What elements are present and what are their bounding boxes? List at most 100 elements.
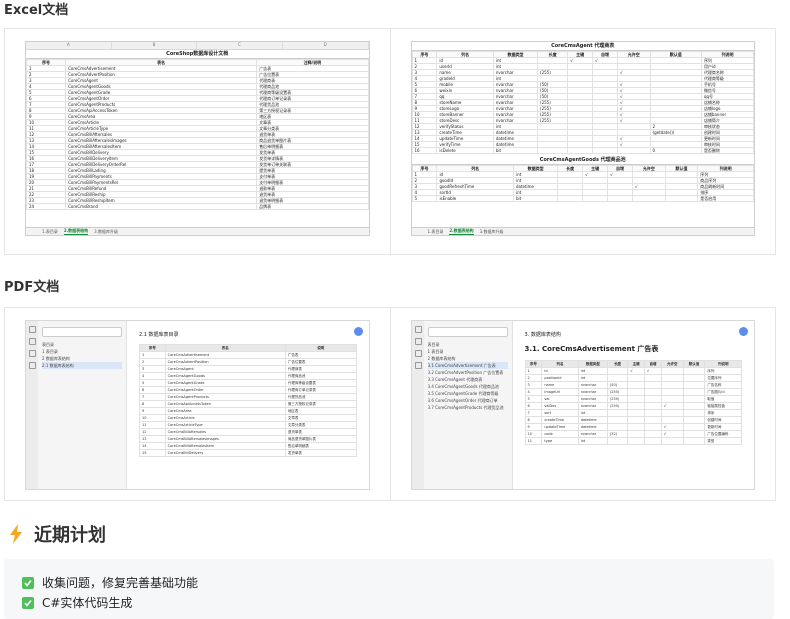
table-cell: CoreCmsBrand <box>65 203 258 210</box>
table-cell: updateTime <box>541 423 579 431</box>
outline-item[interactable]: 3.2 CoreCmsAdvertPosition 广告位置表 <box>428 369 508 376</box>
table-cell: 广告位置编码 <box>704 430 742 438</box>
outline-item[interactable]: 3.6 CoreCmsAgentOrder 代理商订单 <box>428 397 508 404</box>
table-cell: (255) <box>606 388 629 396</box>
table-cell: 售后单明细表 <box>284 442 357 450</box>
column-letter: C <box>197 42 283 49</box>
outline-item[interactable]: 1 表目录 <box>42 348 122 355</box>
excel-sheet-preview: CoreCmsAgent 代理商表 序号 列名 数据类型 长度 主键 自增 允许空 默认值 列说… <box>410 41 755 236</box>
table-cell: √ <box>627 367 646 375</box>
table-cell: 14 <box>139 442 166 450</box>
outline-item[interactable]: 2 数据库表结构 <box>42 355 122 362</box>
outline-item[interactable]: 2 数据库表结构 <box>428 355 508 362</box>
table-cell: 商品退货单图片表 <box>284 435 357 443</box>
table-cell: 7 <box>524 409 543 417</box>
table-cell: val <box>541 395 579 403</box>
table-header-cell: 自增 <box>644 360 662 368</box>
column-header-bar: ABCD <box>26 42 369 50</box>
table-cell: (255) <box>606 395 629 403</box>
table-cell: (50) <box>606 381 629 389</box>
table-cell <box>627 430 646 438</box>
table-row: 6 valDes nvarchar (255) √ 链接属性值 <box>524 402 742 410</box>
table-row: 2 positionId int 位置序列 <box>524 374 742 382</box>
pdf-thumb-structure[interactable]: 表目录 1 表目录 2 数据库表结构 3.1 CoreCmsAdvertisement… <box>391 308 776 500</box>
table-cell <box>582 195 609 202</box>
table-row: 3 name nvarchar (50) 广告名称 <box>524 381 742 389</box>
table-cell <box>660 367 684 375</box>
table-cell <box>682 430 706 438</box>
outline-item[interactable]: 2.1 数据库表结构 <box>42 362 122 369</box>
outline-item[interactable]: 3.7 CoreCmsAgentProducts 代理货品池 <box>428 404 508 411</box>
table-cell: 文章分类表 <box>284 421 357 429</box>
table-cell <box>660 388 684 396</box>
table-cell: 4 <box>524 388 543 396</box>
outline-search-input[interactable] <box>42 327 122 337</box>
table-cell: 13 <box>139 435 166 443</box>
plan-title: 近期计划 <box>34 525 106 546</box>
sheet-tab[interactable]: 2.数据表结构 <box>449 228 474 235</box>
table-cell <box>592 147 618 154</box>
sheet-tab[interactable]: 1.表目录 <box>428 229 444 235</box>
table-cell: type <box>541 437 579 445</box>
table-cell: (255) <box>606 402 629 410</box>
sheet-tab[interactable]: 3.数据库升级 <box>94 229 118 235</box>
table-cell: 12 <box>139 428 166 436</box>
sheet-tab[interactable]: 3.数据库升级 <box>480 229 504 235</box>
table-cell <box>644 381 662 389</box>
table-cell: CoreCmsArea <box>164 407 286 415</box>
table-cell: 3 <box>524 381 543 389</box>
table-cell: 退货单表 <box>284 428 357 436</box>
pdf-outline: 表目录 1 表目录 2 数据库表结构 2.1 数据库表结构 <box>42 327 122 369</box>
table-cell: 9 <box>524 423 543 431</box>
sheet-table-title: CoreCmsAgent 代理商表 <box>411 42 754 51</box>
table-cell: datetime <box>577 423 608 431</box>
pdf-outline: 表目录 1 表目录 2 数据库表结构 3.1 CoreCmsAdvertisement… <box>427 327 508 411</box>
table-header-cell: 表名 <box>164 344 286 352</box>
table-cell <box>644 402 662 410</box>
table-row: 8 createTime datetime 创建时间 <box>524 416 742 424</box>
table-cell: CoreCmsBillAftersalesImages <box>164 435 286 443</box>
table-header-cell: 主键 <box>627 360 646 368</box>
outline-item[interactable]: 表目录 <box>42 341 122 348</box>
outline-item[interactable]: 3.3 CoreCmsAgent 代理商表 <box>428 376 508 383</box>
assistant-icon <box>739 327 748 336</box>
pdf-page: 2.1 数据库表目录 序号 表名 说明 1 CoreCmsAdvertisement 广告… <box>127 321 369 489</box>
sheet-table: 序号 列名 数据类型 长度 主键 自增 允许空 默认值 列说明 1 id int √ √ 序列 2 userId… <box>411 51 755 154</box>
pdf-viewer-preview: 表目录 1 表目录 2 数据库表结构 2.1 数据库表结构 2.1 数据库表目录 序号… <box>25 320 370 490</box>
table-cell: 第三方授权记录表 <box>284 400 357 408</box>
table-cell <box>682 381 706 389</box>
table-cell: nvarchar <box>577 430 608 438</box>
table-cell: isEnable <box>436 195 514 202</box>
pdf-thumb-directory[interactable]: 表目录 1 表目录 2 数据库表结构 2.1 数据库表结构 2.1 数据库表目录 序号… <box>5 308 391 500</box>
outline-item[interactable]: 3.4 CoreCmsAgentGoods 代理商品池 <box>428 383 508 390</box>
table-cell <box>627 409 646 417</box>
table-cell: 4 <box>139 372 166 380</box>
table-cell: 链接属性值 <box>704 402 742 410</box>
table-row: 11 type int 类型 <box>524 437 742 445</box>
sheet-table: 序号 表名 注释/说明 1 CoreCmsAdvertisement 广告表 2 CoreCm… <box>25 59 369 210</box>
table-cell: bit <box>492 147 539 154</box>
table-cell <box>682 374 706 382</box>
table-header-cell: 序号 <box>524 360 543 368</box>
table-cell: 取值 <box>704 395 742 403</box>
outline-item[interactable]: 表目录 <box>428 341 508 348</box>
excel-thumb-structure[interactable]: CoreCmsAgent 代理商表 序号 列名 数据类型 长度 主键 自增 允许空 默认值 列说… <box>391 29 776 254</box>
table-row: 2 CoreCmsAdvertPosition 广告位置表 <box>139 358 357 366</box>
table-cell: 5 <box>139 379 166 387</box>
sheet-tab[interactable]: 2.数据表结构 <box>63 228 89 235</box>
sheet-tab[interactable]: 1.表目录 <box>42 229 58 235</box>
outline-item[interactable]: 1 表目录 <box>428 348 508 355</box>
table-cell: (32) <box>606 430 629 438</box>
outline-item[interactable]: 3.1 CoreCmsAdvertisement 广告表 <box>427 362 508 369</box>
table-header-cell: 列说明 <box>704 360 742 368</box>
table-cell: nvarchar <box>577 395 608 403</box>
outline-item[interactable]: 3.5 CoreCmsAgentGrade 代理商等级 <box>428 390 508 397</box>
table-cell: int <box>577 374 608 382</box>
excel-thumb-directory[interactable]: ABCD CoreShop数据库设计文档 序号 表名 注释/说明 1 CoreCmsAd… <box>5 29 391 254</box>
table-cell: nvarchar <box>577 402 608 410</box>
table-cell <box>627 402 646 410</box>
table-header-cell: 默认值 <box>682 360 706 368</box>
table-cell: CoreCmsAgent <box>164 365 286 373</box>
table-cell <box>682 437 706 445</box>
outline-search-input[interactable] <box>427 327 508 337</box>
